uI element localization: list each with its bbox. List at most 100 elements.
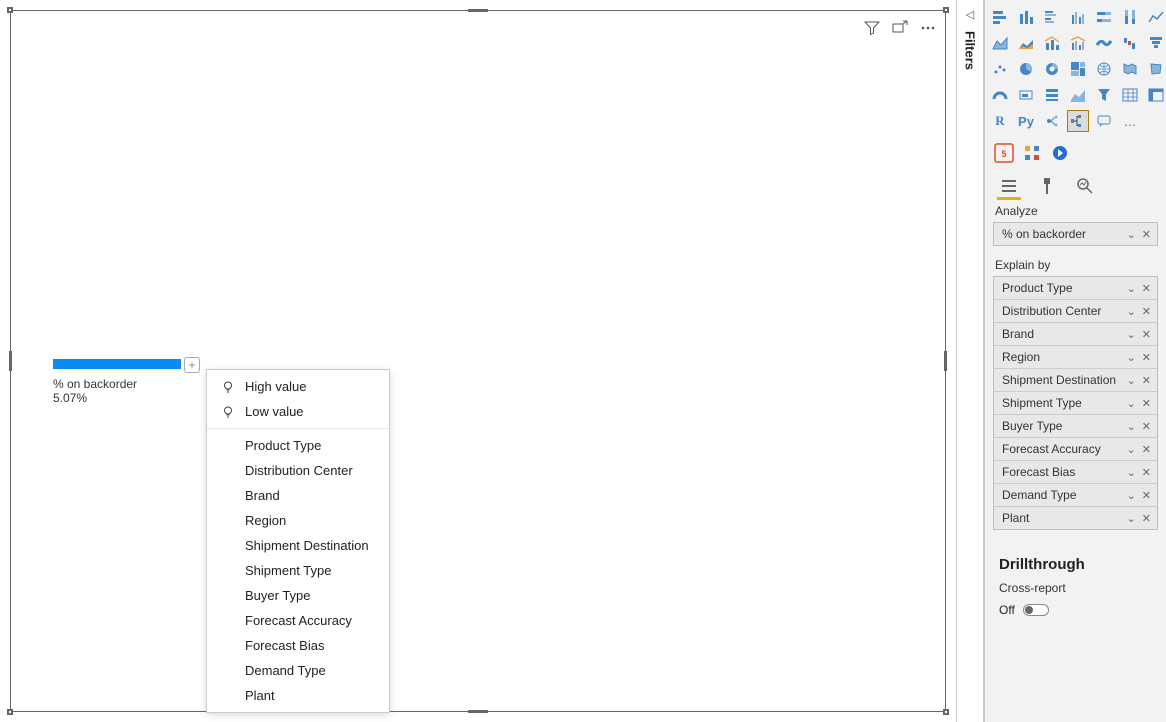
resize-corner-bl[interactable] (7, 709, 13, 715)
field-pill[interactable]: Product Type⌄✕ (994, 277, 1157, 300)
menu-item-field[interactable]: Distribution Center (207, 458, 389, 483)
custom-visual-play-icon[interactable] (1049, 142, 1071, 164)
viz-python-icon[interactable]: Py (1015, 110, 1037, 132)
chevron-down-icon[interactable]: ⌄ (1125, 420, 1138, 433)
resize-handle-right[interactable] (944, 351, 947, 371)
chevron-down-icon[interactable]: ⌄ (1125, 305, 1138, 318)
viz-ribbon-icon[interactable] (1093, 32, 1115, 54)
close-icon[interactable]: ✕ (1140, 420, 1153, 433)
analytics-tab[interactable] (1075, 176, 1095, 196)
viz-multi-row-card-icon[interactable] (1041, 84, 1063, 106)
chevron-down-icon[interactable]: ⌄ (1125, 282, 1138, 295)
decomposition-root-node[interactable]: % on backorder 5.07% (53, 359, 181, 405)
close-icon[interactable]: ✕ (1140, 512, 1153, 525)
field-pill[interactable]: Plant⌄✕ (994, 507, 1157, 529)
viz-100-stacked-column-icon[interactable] (1119, 6, 1141, 28)
viz-area-icon[interactable] (989, 32, 1011, 54)
close-icon[interactable]: ✕ (1140, 305, 1153, 318)
resize-handle-top[interactable] (468, 9, 488, 12)
viz-stacked-column-icon[interactable] (1015, 6, 1037, 28)
viz-line-clustered-column-icon[interactable] (1067, 32, 1089, 54)
menu-item-field[interactable]: Brand (207, 483, 389, 508)
chevron-down-icon[interactable]: ⌄ (1125, 328, 1138, 341)
viz-pie-icon[interactable] (1015, 58, 1037, 80)
chevron-down-icon[interactable]: ⌄ (1125, 466, 1138, 479)
custom-visual-html-icon[interactable]: 5 (993, 142, 1015, 164)
field-pill[interactable]: Demand Type⌄✕ (994, 484, 1157, 507)
close-icon[interactable]: ✕ (1140, 351, 1153, 364)
chevron-down-icon[interactable]: ⌄ (1125, 489, 1138, 502)
menu-item-field[interactable]: Forecast Bias (207, 633, 389, 658)
viz-funnel-icon[interactable] (1145, 32, 1166, 54)
focus-mode-icon[interactable] (891, 19, 909, 37)
viz-matrix-icon[interactable] (1145, 84, 1166, 106)
viz-stacked-bar-icon[interactable] (989, 6, 1011, 28)
menu-item-field[interactable]: Plant (207, 683, 389, 708)
menu-item-field[interactable]: Product Type (207, 433, 389, 458)
viz-line-stacked-column-icon[interactable] (1041, 32, 1063, 54)
menu-item-field[interactable]: Buyer Type (207, 583, 389, 608)
viz-treemap-icon[interactable] (1067, 58, 1089, 80)
fields-tab[interactable] (999, 176, 1019, 196)
field-pill[interactable]: Shipment Destination⌄✕ (994, 369, 1157, 392)
resize-corner-tr[interactable] (943, 7, 949, 13)
chevron-down-icon[interactable]: ⌄ (1125, 397, 1138, 410)
close-icon[interactable]: ✕ (1140, 443, 1153, 456)
filter-icon[interactable] (863, 19, 881, 37)
field-pill[interactable]: Buyer Type⌄✕ (994, 415, 1157, 438)
field-pill[interactable]: Shipment Type⌄✕ (994, 392, 1157, 415)
viz-more-icon[interactable]: … (1119, 110, 1141, 132)
menu-item-field[interactable]: Region (207, 508, 389, 533)
chevron-down-icon[interactable]: ⌄ (1125, 512, 1138, 525)
menu-item-high-value[interactable]: High value (207, 374, 389, 399)
viz-map-icon[interactable] (1093, 58, 1115, 80)
analyze-field-well[interactable]: % on backorder ⌄✕ (993, 222, 1158, 246)
viz-clustered-bar-icon[interactable] (1041, 6, 1063, 28)
viz-decomposition-tree-icon[interactable] (1067, 110, 1089, 132)
expand-filters-icon[interactable]: ◁ (966, 8, 974, 21)
field-pill[interactable]: Forecast Bias⌄✕ (994, 461, 1157, 484)
viz-stacked-area-icon[interactable] (1015, 32, 1037, 54)
viz-shape-map-icon[interactable] (1145, 58, 1166, 80)
expand-node-button[interactable]: + (184, 357, 200, 373)
close-icon[interactable]: ✕ (1140, 228, 1153, 241)
viz-waterfall-icon[interactable] (1119, 32, 1141, 54)
viz-line-icon[interactable] (1145, 6, 1166, 28)
custom-visual-grid-icon[interactable] (1021, 142, 1043, 164)
filters-pane-collapsed[interactable]: ◁ Filters (956, 0, 984, 722)
viz-key-influencers-icon[interactable] (1041, 110, 1063, 132)
viz-r-script-icon[interactable]: R (989, 110, 1011, 132)
close-icon[interactable]: ✕ (1140, 328, 1153, 341)
menu-item-field[interactable]: Shipment Type (207, 558, 389, 583)
viz-slicer-icon[interactable] (1093, 84, 1115, 106)
close-icon[interactable]: ✕ (1140, 489, 1153, 502)
visual-container[interactable]: % on backorder 5.07% + High value (10, 10, 946, 712)
close-icon[interactable]: ✕ (1140, 397, 1153, 410)
field-pill[interactable]: Brand⌄✕ (994, 323, 1157, 346)
viz-donut-icon[interactable] (1041, 58, 1063, 80)
field-pill[interactable]: Distribution Center⌄✕ (994, 300, 1157, 323)
format-tab[interactable] (1037, 176, 1057, 196)
viz-table-icon[interactable] (1119, 84, 1141, 106)
cross-report-toggle[interactable] (1023, 604, 1049, 616)
menu-item-field[interactable]: Demand Type (207, 658, 389, 683)
viz-100-stacked-bar-icon[interactable] (1093, 6, 1115, 28)
menu-item-low-value[interactable]: Low value (207, 399, 389, 424)
menu-item-field[interactable]: Forecast Accuracy (207, 608, 389, 633)
viz-clustered-column-icon[interactable] (1067, 6, 1089, 28)
chevron-down-icon[interactable]: ⌄ (1125, 228, 1138, 241)
chevron-down-icon[interactable]: ⌄ (1125, 374, 1138, 387)
chevron-down-icon[interactable]: ⌄ (1125, 351, 1138, 364)
close-icon[interactable]: ✕ (1140, 466, 1153, 479)
chevron-down-icon[interactable]: ⌄ (1125, 443, 1138, 456)
viz-card-icon[interactable] (1015, 84, 1037, 106)
viz-gauge-icon[interactable] (989, 84, 1011, 106)
field-pill[interactable]: % on backorder ⌄✕ (994, 223, 1157, 245)
field-pill[interactable]: Forecast Accuracy⌄✕ (994, 438, 1157, 461)
viz-kpi-icon[interactable] (1067, 84, 1089, 106)
resize-corner-br[interactable] (943, 709, 949, 715)
resize-corner-tl[interactable] (7, 7, 13, 13)
viz-scatter-icon[interactable] (989, 58, 1011, 80)
field-pill[interactable]: Region⌄✕ (994, 346, 1157, 369)
resize-handle-left[interactable] (9, 351, 12, 371)
